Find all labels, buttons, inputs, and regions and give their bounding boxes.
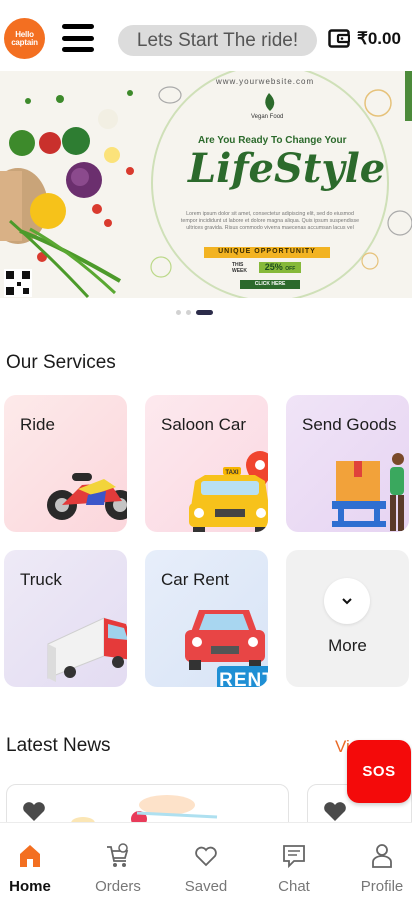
- service-card-car-rent[interactable]: Car Rent RENT: [145, 550, 268, 687]
- nav-label: Chat: [278, 878, 310, 895]
- nav-label: Home: [9, 878, 51, 895]
- nav-profile[interactable]: Profile: [341, 823, 412, 903]
- menu-icon[interactable]: [62, 24, 94, 52]
- slide-dot[interactable]: [176, 310, 181, 315]
- banner-brand: Vegan Food: [251, 114, 284, 120]
- wallet-balance[interactable]: ₹0.00: [357, 29, 401, 49]
- start-ride-button[interactable]: Lets Start The ride!: [118, 25, 317, 56]
- service-card-send-goods[interactable]: Send Goods: [286, 395, 409, 532]
- app-logo-text: Hello captain: [11, 29, 38, 47]
- banner-discount: 25% OFF: [259, 262, 301, 272]
- services-title: Our Services: [6, 352, 116, 373]
- banner-cta-button[interactable]: CLICK HERE: [240, 281, 300, 287]
- sos-button[interactable]: SOS: [347, 740, 411, 803]
- more-button[interactable]: [324, 578, 370, 624]
- app-logo[interactable]: Hello captain: [4, 18, 45, 59]
- more-label: More: [328, 636, 367, 655]
- rent-car-icon: [185, 610, 265, 670]
- profile-icon: [372, 844, 392, 868]
- service-label: Car Rent: [161, 570, 230, 589]
- chevron-down-icon: [342, 598, 352, 605]
- banner-ribbon: UNIQUE OPPORTUNITY: [218, 248, 316, 255]
- cart-icon: [107, 843, 129, 867]
- slide-dot[interactable]: [186, 310, 191, 315]
- truck-icon: [47, 617, 127, 682]
- heart-icon[interactable]: [22, 801, 46, 822]
- bottom-navigation: Home Orders Saved Chat Profile: [0, 822, 412, 917]
- service-card-ride[interactable]: Ride: [4, 395, 127, 532]
- taxi-icon: TAXI: [189, 451, 268, 532]
- banner-this-week: THIS WEEK: [232, 262, 247, 274]
- nav-label: Profile: [360, 878, 404, 895]
- banner-discount-suffix: OFF: [285, 266, 296, 272]
- nav-orders[interactable]: Orders: [77, 823, 159, 903]
- delivery-person-icon: [332, 453, 404, 531]
- banner-body-text: Lorem ipsum dolor sit amet, consectetur …: [180, 211, 360, 231]
- nav-label: Saved: [184, 878, 228, 895]
- service-card-saloon-car[interactable]: Saloon Car TAXI: [145, 395, 268, 532]
- nav-chat[interactable]: Chat: [253, 823, 335, 903]
- nav-home[interactable]: Home: [0, 823, 71, 903]
- chat-icon: [283, 845, 305, 869]
- nav-saved[interactable]: Saved: [165, 823, 247, 903]
- motorbike-icon: [47, 473, 127, 520]
- news-title: Latest News: [6, 735, 111, 756]
- service-label: Saloon Car: [161, 415, 247, 434]
- service-label: Send Goods: [302, 415, 397, 434]
- heart-icon[interactable]: [323, 801, 347, 822]
- heart-outline-icon: [195, 846, 217, 867]
- service-label: Truck: [20, 570, 62, 589]
- nav-label: Orders: [95, 878, 141, 895]
- banner-website: www.yourwebsite.com: [216, 77, 315, 86]
- service-card-truck[interactable]: Truck: [4, 550, 127, 687]
- rent-badge: RENT: [217, 666, 268, 687]
- service-label: Ride: [20, 415, 55, 434]
- home-icon: [20, 845, 40, 867]
- slide-dot-active[interactable]: [196, 310, 213, 315]
- banner-script-title: LifeStyle: [188, 145, 386, 192]
- banner-discount-value: 25%: [264, 262, 283, 272]
- promo-banner[interactable]: www.yourwebsite.com Vegan Food Are You R…: [0, 71, 412, 298]
- banner-pagination: [0, 308, 412, 316]
- top-bar: Hello captain Lets Start The ride! ₹0.00: [0, 0, 412, 72]
- wallet-icon[interactable]: [328, 29, 350, 48]
- service-card-more[interactable]: More: [286, 550, 409, 687]
